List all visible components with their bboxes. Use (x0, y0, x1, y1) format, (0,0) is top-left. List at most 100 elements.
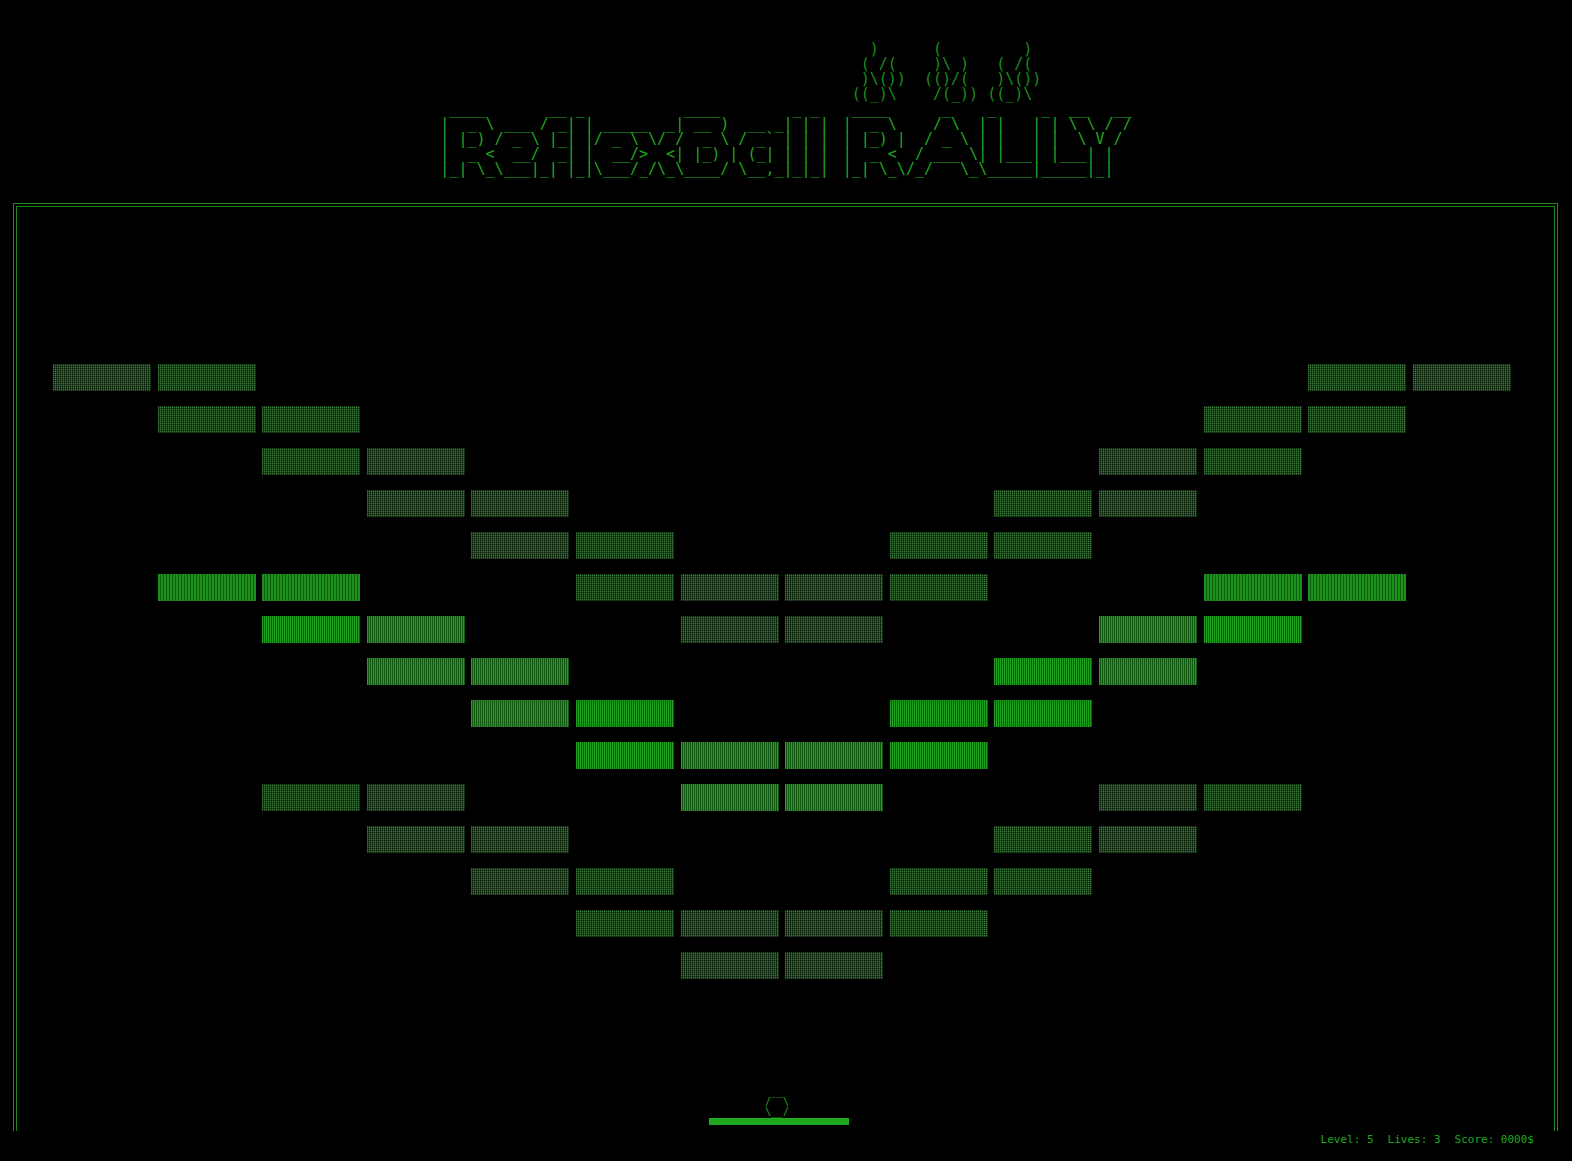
brick-slot (53, 658, 151, 685)
brick-slot (158, 826, 256, 853)
ball: __ / \ \__/ (765, 1087, 789, 1117)
brick-slot (53, 700, 151, 727)
brick (53, 364, 151, 391)
brick-slot (367, 742, 465, 769)
brick (367, 658, 465, 685)
brick-slot (1308, 700, 1406, 727)
brick-slot (158, 658, 256, 685)
brick (576, 910, 674, 937)
brick (890, 700, 988, 727)
brick-slot (1413, 952, 1511, 979)
brick-slot (1204, 868, 1302, 895)
brick (367, 490, 465, 517)
brick-slot (681, 448, 779, 475)
brick-slot (53, 868, 151, 895)
brick-slot (1204, 658, 1302, 685)
status-item: Lives: 3 (1388, 1133, 1441, 1147)
brick-slot (890, 406, 988, 433)
brick (367, 448, 465, 475)
brick-slot (158, 448, 256, 475)
brick (471, 868, 569, 895)
brick-slot (53, 742, 151, 769)
brick-slot (681, 406, 779, 433)
brick-slot (471, 910, 569, 937)
brick (681, 742, 779, 769)
brick (1099, 658, 1197, 685)
brick-slot (471, 574, 569, 601)
brick-slot (890, 784, 988, 811)
brick-slot (1308, 952, 1406, 979)
brick-slot (1099, 574, 1197, 601)
brick-slot (1308, 532, 1406, 559)
brick-slot (785, 658, 883, 685)
status-bar: Level: 5Lives: 3Score: 0000$ (0, 1131, 1572, 1147)
brick (471, 826, 569, 853)
brick-slot (890, 952, 988, 979)
brick-slot (1204, 700, 1302, 727)
brick-slot (1204, 532, 1302, 559)
brick-slot (890, 616, 988, 643)
brick (785, 952, 883, 979)
brick-slot (1204, 490, 1302, 517)
brick-slot (994, 910, 1092, 937)
brick (1204, 448, 1302, 475)
brick-slot (681, 826, 779, 853)
brick-slot (158, 952, 256, 979)
brick-slot (1308, 490, 1406, 517)
brick-slot (681, 364, 779, 391)
brick-slot (1308, 826, 1406, 853)
brick (367, 616, 465, 643)
brick-slot (1413, 658, 1511, 685)
brick-slot (994, 448, 1092, 475)
brick-slot (576, 364, 674, 391)
brick-slot (785, 826, 883, 853)
brick (1308, 574, 1406, 601)
brick (994, 532, 1092, 559)
brick-slot (890, 490, 988, 517)
brick (471, 700, 569, 727)
play-field[interactable]: __ / \ \__/ (13, 203, 1558, 1131)
brick-slot (1413, 784, 1511, 811)
brick (1099, 616, 1197, 643)
status-item: Level: 5 (1321, 1133, 1374, 1147)
brick-slot (1308, 658, 1406, 685)
brick-slot (367, 574, 465, 601)
brick-slot (53, 784, 151, 811)
paddle[interactable] (709, 1118, 849, 1125)
brick-slot (158, 490, 256, 517)
brick-slot (1413, 868, 1511, 895)
brick (785, 742, 883, 769)
brick-slot (1204, 826, 1302, 853)
brick-slot (53, 448, 151, 475)
brick (576, 574, 674, 601)
brick-slot (576, 952, 674, 979)
brick-slot (53, 574, 151, 601)
logo-word: ____ __ _ ____ _ _ | _ \ ___ / _| | ____… (440, 102, 828, 177)
brick-slot (262, 364, 360, 391)
brick (262, 406, 360, 433)
brick-slot (471, 952, 569, 979)
brick (1099, 448, 1197, 475)
brick-slot (785, 448, 883, 475)
brick-slot (1413, 574, 1511, 601)
brick-slot (367, 406, 465, 433)
brick (158, 406, 256, 433)
brick-slot (471, 616, 569, 643)
brick (158, 364, 256, 391)
brick-slot (681, 658, 779, 685)
brick (681, 574, 779, 601)
brick-slot (785, 364, 883, 391)
brick-slot (681, 700, 779, 727)
brick-slot (1308, 910, 1406, 937)
brick-slot (367, 910, 465, 937)
brick-slot (1413, 910, 1511, 937)
brick-slot (1308, 742, 1406, 769)
brick (1204, 784, 1302, 811)
brick-slot (158, 742, 256, 769)
brick-slot (994, 364, 1092, 391)
brick-slot (785, 532, 883, 559)
brick-slot (53, 910, 151, 937)
brick (262, 784, 360, 811)
brick-slot (1099, 406, 1197, 433)
brick (994, 490, 1092, 517)
